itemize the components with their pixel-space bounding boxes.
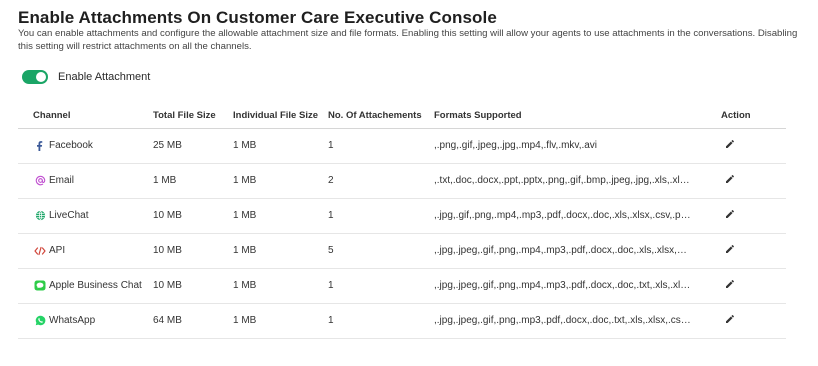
table-row: Email 1 MB 1 MB 2 ,.txt,.doc,.docx,.ppt,… <box>18 163 786 199</box>
edit-pencil-icon[interactable] <box>725 139 735 152</box>
globe-icon <box>33 210 47 221</box>
action-cell <box>718 198 786 234</box>
header-individual-file-size: Individual File Size <box>233 101 328 129</box>
total-file-size-cell: 10 MB <box>153 198 233 234</box>
channel-cell: API <box>18 233 153 269</box>
table-row: API 10 MB 1 MB 5 ,.jpg,.jpeg,.gif,.png,.… <box>18 233 786 269</box>
action-cell <box>718 303 786 339</box>
action-cell <box>718 233 786 269</box>
table-row: WhatsApp 64 MB 1 MB 1 ,.jpg,.jpeg,.gif,.… <box>18 303 786 339</box>
formats-cell: ,.jpg,.jpeg,.gif,.png,.mp4,.mp3,.pdf,.do… <box>434 233 718 269</box>
channel-name: Email <box>49 175 75 186</box>
channel-name: API <box>49 245 66 256</box>
header-total-file-size: Total File Size <box>153 101 233 129</box>
total-file-size-cell: 10 MB <box>153 233 233 269</box>
header-action: Action <box>718 101 786 129</box>
channel-name: LiveChat <box>49 210 89 221</box>
table-row: LiveChat 10 MB 1 MB 1 ,.jpg,.gif,.png,.m… <box>18 198 786 234</box>
edit-pencil-icon[interactable] <box>725 244 735 257</box>
attachments-count-cell: 1 <box>328 268 434 304</box>
channel-cell: Facebook <box>18 128 153 164</box>
total-file-size-cell: 1 MB <box>153 163 233 199</box>
channel-name: Apple Business Chat <box>49 280 142 291</box>
formats-cell: ,.jpg,.gif,.png,.mp4,.mp3,.pdf,.docx,.do… <box>434 198 718 234</box>
channel-cell: Apple Business Chat <box>18 268 153 304</box>
attachments-count-cell: 5 <box>328 233 434 269</box>
code-icon <box>33 246 47 256</box>
individual-file-size-cell: 1 MB <box>233 163 328 199</box>
page-title: Enable Attachments On Customer Care Exec… <box>18 8 497 27</box>
attachments-count-cell: 1 <box>328 198 434 234</box>
table-body: Facebook 25 MB 1 MB 1 ,.png,.gif,.jpeg,.… <box>18 128 786 339</box>
message-bubble-icon <box>33 280 47 291</box>
attachments-count-cell: 2 <box>328 163 434 199</box>
table-row: Facebook 25 MB 1 MB 1 ,.png,.gif,.jpeg,.… <box>18 128 786 164</box>
total-file-size-cell: 10 MB <box>153 268 233 304</box>
formats-cell: ,.jpg,.jpeg,.gif,.png,.mp3,.pdf,.docx,.d… <box>434 303 718 339</box>
enable-attachment-toggle[interactable] <box>22 70 48 84</box>
channel-name: Facebook <box>49 140 93 151</box>
header-formats-supported: Formats Supported <box>434 101 718 129</box>
edit-pencil-icon[interactable] <box>725 279 735 292</box>
table-header-row: Channel Total File Size Individual File … <box>18 101 786 129</box>
individual-file-size-cell: 1 MB <box>233 303 328 339</box>
attachments-settings-page: Enable Attachments On Customer Care Exec… <box>0 0 818 366</box>
total-file-size-cell: 64 MB <box>153 303 233 339</box>
edit-pencil-icon[interactable] <box>725 174 735 187</box>
formats-cell: ,.png,.gif,.jpeg,.jpg,.mp4,.flv,.mkv,.av… <box>434 128 718 164</box>
channel-name: WhatsApp <box>49 315 96 326</box>
attachments-count-cell: 1 <box>328 303 434 339</box>
formats-cell: ,.txt,.doc,.docx,.ppt,.pptx,.png,.gif,.b… <box>434 163 718 199</box>
channels-table: Channel Total File Size Individual File … <box>18 101 786 339</box>
edit-pencil-icon[interactable] <box>725 209 735 222</box>
attachments-count-cell: 1 <box>328 128 434 164</box>
individual-file-size-cell: 1 MB <box>233 198 328 234</box>
channel-cell: Email <box>18 163 153 199</box>
enable-attachment-label: Enable Attachment <box>58 71 151 83</box>
enable-attachment-row: Enable Attachment <box>22 68 150 86</box>
action-cell <box>718 268 786 304</box>
page-description: You can enable attachments and configure… <box>18 28 798 52</box>
individual-file-size-cell: 1 MB <box>233 233 328 269</box>
toggle-knob <box>36 72 46 82</box>
header-number-of-attachments: No. Of Attachements <box>328 101 434 129</box>
individual-file-size-cell: 1 MB <box>233 128 328 164</box>
channel-cell: LiveChat <box>18 198 153 234</box>
at-sign-icon <box>33 175 47 186</box>
action-cell <box>718 163 786 199</box>
total-file-size-cell: 25 MB <box>153 128 233 164</box>
whatsapp-icon <box>33 315 47 326</box>
individual-file-size-cell: 1 MB <box>233 268 328 304</box>
header-channel: Channel <box>18 101 153 129</box>
action-cell <box>718 128 786 164</box>
edit-pencil-icon[interactable] <box>725 314 735 327</box>
table-row: Apple Business Chat 10 MB 1 MB 1 ,.jpg,.… <box>18 268 786 304</box>
channel-cell: WhatsApp <box>18 303 153 339</box>
facebook-icon <box>33 140 47 151</box>
formats-cell: ,.jpg,.jpeg,.gif,.png,.mp4,.mp3,.pdf,.do… <box>434 268 718 304</box>
